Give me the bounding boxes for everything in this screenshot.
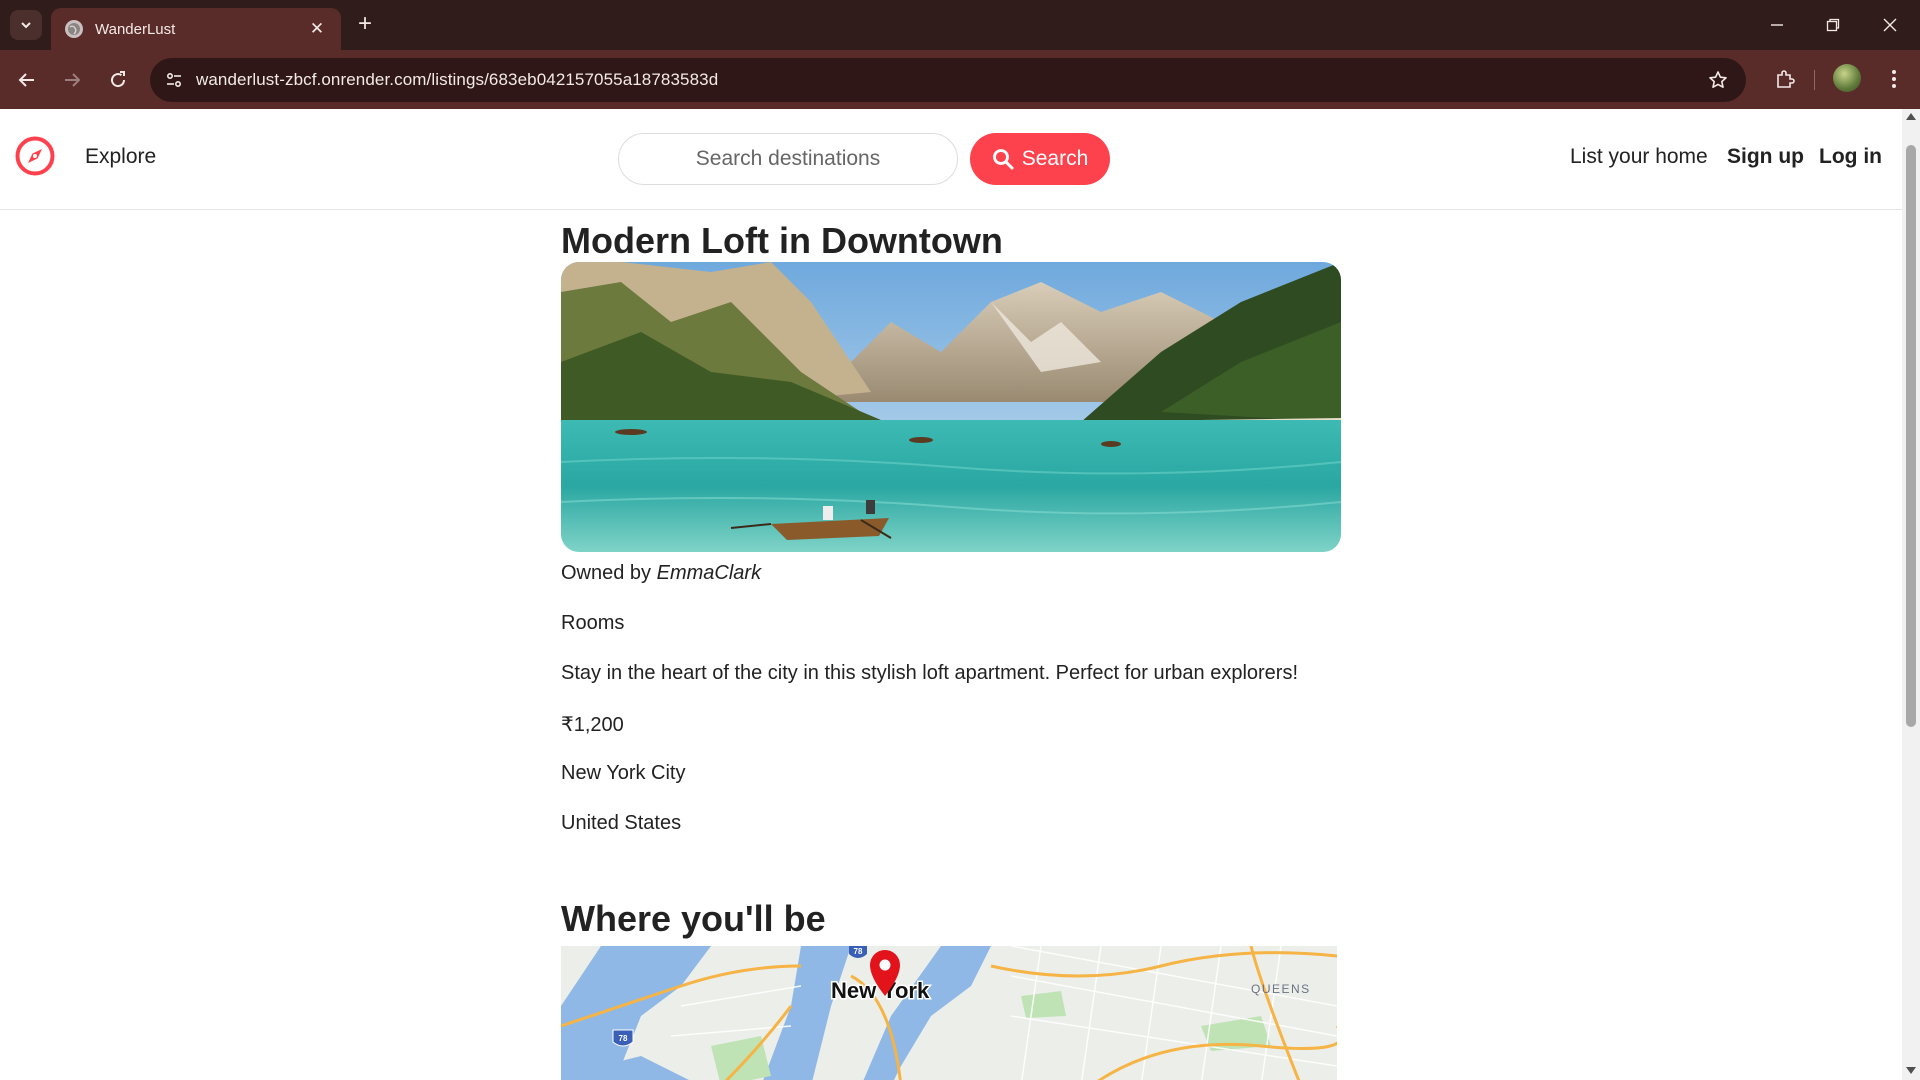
close-window-button[interactable] xyxy=(1877,12,1903,38)
search-button[interactable]: Search xyxy=(970,133,1110,185)
listing-title: Modern Loft in Downtown xyxy=(561,220,1003,261)
login-link[interactable]: Log in xyxy=(1819,145,1882,169)
owner-name: EmmaClark xyxy=(656,562,762,584)
compass-icon[interactable] xyxy=(14,135,56,177)
minimize-button[interactable] xyxy=(1764,12,1790,38)
plus-icon: + xyxy=(357,10,372,37)
forward-button[interactable] xyxy=(57,65,87,95)
forward-icon xyxy=(65,73,81,87)
highway-label-top: 78 xyxy=(854,947,863,956)
site-navbar: Explore Search List your home Sign up Lo… xyxy=(0,109,1902,210)
map-area-label: QUEENS xyxy=(1251,982,1311,996)
menu-kebab-icon[interactable] xyxy=(1880,64,1908,94)
search-input[interactable] xyxy=(618,133,958,185)
restore-icon xyxy=(1826,18,1840,32)
close-icon[interactable]: ✕ xyxy=(307,19,327,39)
tab-title: WanderLust xyxy=(95,20,176,38)
site-info-icon[interactable] xyxy=(160,66,188,94)
close-window-icon xyxy=(1883,18,1897,32)
page-viewport: Explore Search List your home Sign up Lo… xyxy=(0,109,1902,1080)
map-section-heading: Where you'll be xyxy=(561,898,826,939)
scroll-down-arrow-icon[interactable] xyxy=(1906,1067,1916,1074)
new-tab-button[interactable]: + xyxy=(352,12,378,38)
back-button[interactable] xyxy=(12,65,42,95)
listing-price: ₹1,200 xyxy=(561,714,624,736)
browser-tab-bar: WanderLust ✕ + xyxy=(0,0,1920,50)
address-bar[interactable]: wanderlust-zbcf.onrender.com/listings/68… xyxy=(150,58,1746,102)
globe-icon xyxy=(65,20,83,38)
scroll-up-arrow-icon[interactable] xyxy=(1906,113,1916,120)
browser-toolbar: wanderlust-zbcf.onrender.com/listings/68… xyxy=(0,50,1920,109)
scroll-thumb[interactable] xyxy=(1906,145,1916,727)
bookmark-star-icon[interactable] xyxy=(1706,68,1730,92)
owner-line: Owned by EmmaClark xyxy=(561,562,761,585)
back-icon xyxy=(18,73,34,87)
listing-image xyxy=(561,262,1341,552)
reload-button[interactable] xyxy=(103,65,133,95)
search-icon xyxy=(992,149,1014,170)
minimize-icon xyxy=(1771,24,1783,26)
owned-by-label: Owned by xyxy=(561,562,657,584)
restore-button[interactable] xyxy=(1820,12,1846,38)
listing-category: Rooms xyxy=(561,612,625,634)
chevron-down-icon xyxy=(21,22,31,29)
listing-description: Stay in the heart of the city in this st… xyxy=(561,662,1299,684)
reload-icon xyxy=(111,71,126,88)
toolbar-divider xyxy=(1814,70,1815,90)
location-map[interactable]: 78 78 New York QUEENS xyxy=(561,946,1337,1080)
listing-country: United States xyxy=(561,812,682,834)
listing-location: New York City xyxy=(561,762,686,784)
extensions-icon[interactable] xyxy=(1770,64,1800,94)
signup-link[interactable]: Sign up xyxy=(1727,145,1804,169)
highway-label-left: 78 xyxy=(619,1034,628,1043)
browser-tab[interactable]: WanderLust ✕ xyxy=(51,8,341,50)
page-scrollbar[interactable] xyxy=(1902,109,1920,1080)
explore-link[interactable]: Explore xyxy=(85,145,156,169)
profile-avatar[interactable] xyxy=(1833,64,1861,92)
list-your-home-link[interactable]: List your home xyxy=(1570,145,1708,169)
search-button-label: Search xyxy=(1021,147,1089,170)
highway-shield-78-left: 78 xyxy=(612,1029,634,1047)
tab-search-button[interactable] xyxy=(10,10,42,40)
url-text[interactable]: wanderlust-zbcf.onrender.com/listings/68… xyxy=(196,70,718,90)
